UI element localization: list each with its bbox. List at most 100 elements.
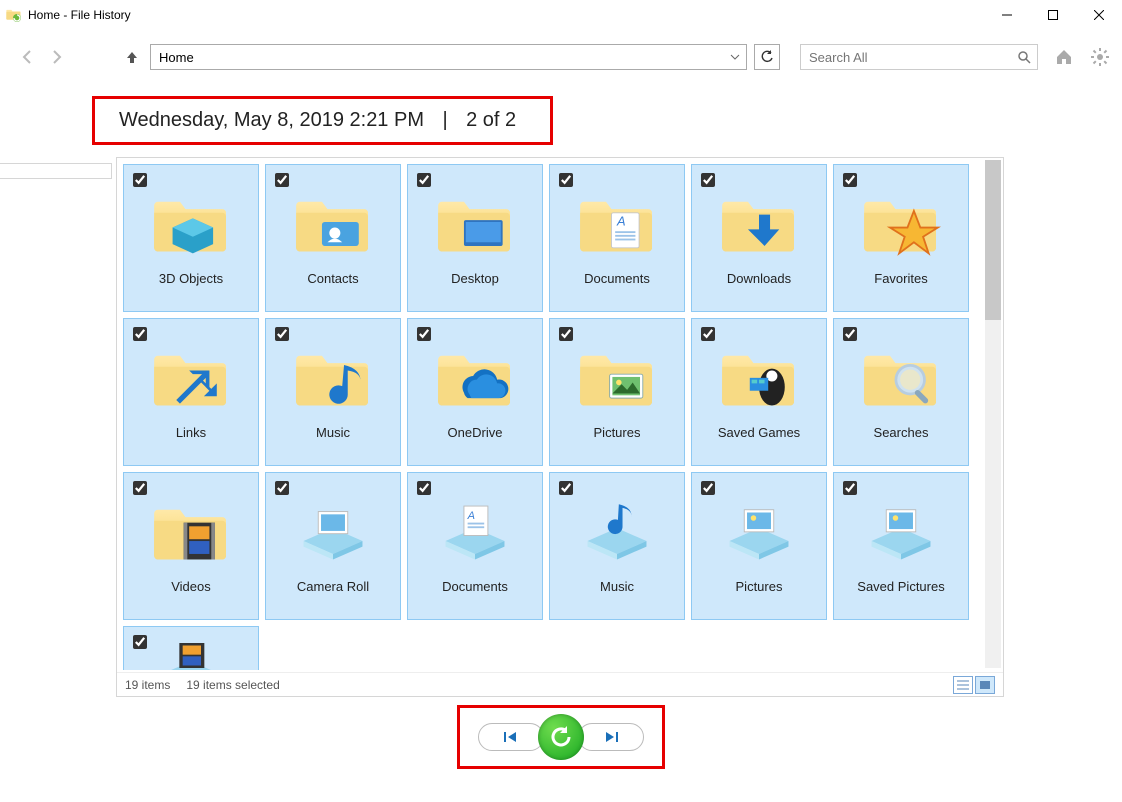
item-checkbox[interactable] bbox=[843, 481, 857, 495]
forward-button[interactable] bbox=[46, 47, 66, 67]
item-label: Downloads bbox=[692, 271, 826, 286]
file-item[interactable]: Videos bbox=[123, 472, 259, 620]
address-dropdown[interactable] bbox=[724, 45, 746, 69]
item-checkbox[interactable] bbox=[275, 173, 289, 187]
item-checkbox[interactable] bbox=[133, 327, 147, 341]
folder-icon bbox=[714, 177, 804, 267]
folder-icon bbox=[714, 331, 804, 421]
version-position: 2 of 2 bbox=[466, 109, 516, 131]
file-item[interactable]: Pictures bbox=[549, 318, 685, 466]
item-label: Contacts bbox=[266, 271, 400, 286]
folder-icon bbox=[146, 331, 236, 421]
version-timestamp: Wednesday, May 8, 2019 2:21 PM bbox=[119, 109, 424, 131]
item-checkbox[interactable] bbox=[701, 481, 715, 495]
item-label: Videos bbox=[124, 579, 258, 594]
item-checkbox[interactable] bbox=[701, 173, 715, 187]
file-item[interactable]: Desktop bbox=[407, 164, 543, 312]
file-item[interactable]: Links bbox=[123, 318, 259, 466]
item-label: Documents bbox=[408, 579, 542, 594]
refresh-button[interactable] bbox=[754, 44, 780, 70]
folder-icon bbox=[572, 331, 662, 421]
item-checkbox[interactable] bbox=[133, 173, 147, 187]
file-item[interactable]: 3D Objects bbox=[123, 164, 259, 312]
up-button[interactable] bbox=[122, 47, 142, 67]
folder-icon bbox=[146, 485, 236, 575]
scroll-thumb[interactable] bbox=[985, 160, 1001, 320]
item-label: Camera Roll bbox=[266, 579, 400, 594]
item-checkbox[interactable] bbox=[843, 173, 857, 187]
file-item[interactable]: Saved Pictures bbox=[833, 472, 969, 620]
window-title: Home - File History bbox=[28, 8, 984, 22]
search-icon bbox=[1017, 50, 1031, 64]
item-checkbox[interactable] bbox=[417, 481, 431, 495]
folder-icon bbox=[430, 177, 520, 267]
titlebar: Home - File History bbox=[0, 0, 1122, 30]
folder-icon bbox=[146, 177, 236, 267]
back-button[interactable] bbox=[18, 47, 38, 67]
item-label: Favorites bbox=[834, 271, 968, 286]
folder-icon bbox=[288, 485, 378, 575]
item-label: 3D Objects bbox=[124, 271, 258, 286]
view-large-button[interactable] bbox=[975, 676, 995, 694]
close-button[interactable] bbox=[1076, 0, 1122, 30]
item-label: Pictures bbox=[692, 579, 826, 594]
file-item[interactable]: Favorites bbox=[833, 164, 969, 312]
item-label: OneDrive bbox=[408, 425, 542, 440]
file-item[interactable]: Searches bbox=[833, 318, 969, 466]
gear-icon[interactable] bbox=[1090, 47, 1110, 67]
item-label: Pictures bbox=[550, 425, 684, 440]
home-icon[interactable] bbox=[1054, 47, 1074, 67]
item-label: Music bbox=[266, 425, 400, 440]
restore-controls bbox=[457, 705, 665, 769]
item-checkbox[interactable] bbox=[275, 481, 289, 495]
file-item[interactable]: Camera Roll bbox=[265, 472, 401, 620]
item-checkbox[interactable] bbox=[559, 327, 573, 341]
file-item[interactable]: OneDrive bbox=[407, 318, 543, 466]
folder-icon bbox=[856, 485, 946, 575]
previous-version-button[interactable] bbox=[478, 723, 544, 751]
file-item[interactable]: Music bbox=[265, 318, 401, 466]
version-info: Wednesday, May 8, 2019 2:21 PM | 2 of 2 bbox=[92, 96, 553, 145]
version-separator: | bbox=[442, 109, 447, 131]
item-checkbox[interactable] bbox=[843, 327, 857, 341]
folder-icon bbox=[288, 177, 378, 267]
scrollbar[interactable] bbox=[985, 160, 1001, 668]
folder-icon bbox=[156, 637, 226, 670]
search-box[interactable] bbox=[800, 44, 1038, 70]
file-item[interactable]: Contacts bbox=[265, 164, 401, 312]
file-item[interactable]: Pictures bbox=[691, 472, 827, 620]
file-item[interactable]: Documents bbox=[549, 164, 685, 312]
statusbar: 19 items 19 items selected bbox=[117, 672, 1003, 696]
item-checkbox[interactable] bbox=[417, 327, 431, 341]
file-item[interactable] bbox=[123, 626, 259, 670]
address-input[interactable] bbox=[151, 50, 724, 65]
address-bar[interactable] bbox=[150, 44, 747, 70]
item-checkbox[interactable] bbox=[133, 635, 147, 649]
file-item[interactable]: Music bbox=[549, 472, 685, 620]
item-label: Links bbox=[124, 425, 258, 440]
item-label: Saved Pictures bbox=[834, 579, 968, 594]
item-checkbox[interactable] bbox=[559, 481, 573, 495]
item-checkbox[interactable] bbox=[559, 173, 573, 187]
item-label: Music bbox=[550, 579, 684, 594]
item-checkbox[interactable] bbox=[133, 481, 147, 495]
view-details-button[interactable] bbox=[953, 676, 973, 694]
folder-icon bbox=[856, 177, 946, 267]
item-checkbox[interactable] bbox=[417, 173, 431, 187]
item-checkbox[interactable] bbox=[275, 327, 289, 341]
maximize-button[interactable] bbox=[1030, 0, 1076, 30]
search-input[interactable] bbox=[807, 49, 1017, 66]
restore-button[interactable] bbox=[538, 714, 584, 760]
file-item[interactable]: Documents bbox=[407, 472, 543, 620]
item-checkbox[interactable] bbox=[701, 327, 715, 341]
app-icon bbox=[6, 7, 22, 23]
status-selected: 19 items selected bbox=[186, 678, 279, 692]
minimize-button[interactable] bbox=[984, 0, 1030, 30]
folder-icon bbox=[856, 331, 946, 421]
status-count: 19 items bbox=[125, 678, 170, 692]
file-item[interactable]: Downloads bbox=[691, 164, 827, 312]
item-label: Desktop bbox=[408, 271, 542, 286]
next-version-button[interactable] bbox=[578, 723, 644, 751]
file-item[interactable]: Saved Games bbox=[691, 318, 827, 466]
item-label: Searches bbox=[834, 425, 968, 440]
